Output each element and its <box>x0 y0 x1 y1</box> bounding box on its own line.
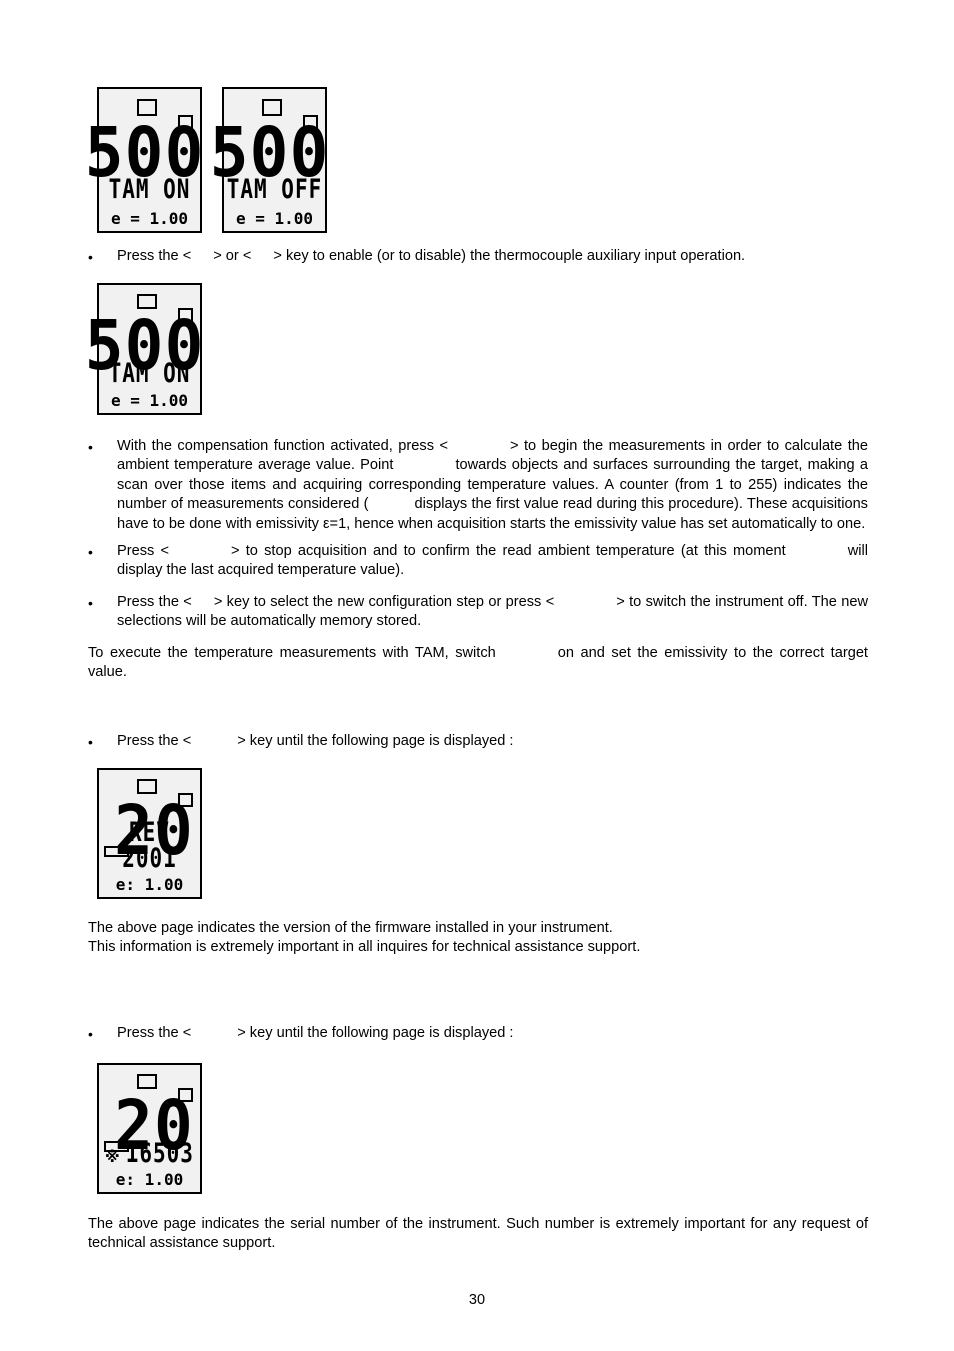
paragraph-execute-measurements: To execute the temperature measurements … <box>88 644 868 683</box>
bullet-firmware-page-key: • Press the < > key until the following p… <box>88 732 868 751</box>
bullet-thermocouple-toggle: • Press the < > or < > key to enable (or t… <box>88 247 868 266</box>
lcd-emissivity: e = 1.00 <box>110 208 189 228</box>
bullet-text-part-1: With the compensation function activated… <box>117 438 448 454</box>
bullet-text-part-1: Press < <box>117 543 170 559</box>
paragraph-firmware-line-2: This information is extremely important … <box>88 939 641 956</box>
bullet-text-part-1: Press the < <box>117 733 192 749</box>
bullet-marker: • <box>88 1025 93 1042</box>
lcd-mode-text: TAM ON <box>108 173 191 204</box>
bullet-text-part-2: > key until the following page is displa… <box>237 733 514 749</box>
bullet-marker: • <box>88 594 93 611</box>
lcd-emissivity: e = 1.00 <box>110 391 189 411</box>
lcd-mode-text: TAM OFF <box>226 173 323 204</box>
paragraph-serial-text: The above page indicates the serial numb… <box>88 1216 868 1252</box>
bullet-marker: • <box>88 248 93 265</box>
bullet-stop-acquisition: • Press < > to stop acquisition and to co… <box>88 542 868 581</box>
lcd-mode-text: TAM ON <box>108 358 191 389</box>
paragraph-firmware-note: The above page indicates the version of … <box>88 919 868 958</box>
paragraph-text-part-1: To execute the temperature measurements … <box>88 645 496 661</box>
lcd-emissivity: e: 1.00 <box>115 1170 184 1190</box>
bullet-text-part-2: > key to select the new configuration st… <box>213 594 555 610</box>
document-page: 500 TAM ON e = 1.00 500 TAM OFF e = 1.00… <box>0 0 954 1351</box>
bullet-text-part-2: > key until the following page is displa… <box>237 1025 514 1041</box>
lcd-display-serial-number: 20 ※ 16503 e: 1.00 <box>97 1063 202 1194</box>
paragraph-serial-note: The above page indicates the serial numb… <box>88 1215 868 1254</box>
page-number: 30 <box>468 1292 486 1308</box>
bullet-marker: • <box>88 543 93 560</box>
lcd-display-tam-off-small: 500 TAM OFF e = 1.00 <box>210 87 328 233</box>
paragraph-firmware-line-1: The above page indicates the version of … <box>88 920 613 936</box>
lcd-emissivity: e: 1.00 <box>115 875 184 895</box>
lcd-mode-text: REV 2001 <box>122 816 177 873</box>
lcd-display-firmware-revision: 20 REV 2001 e: 1.00 <box>97 768 202 899</box>
bullet-text-part-1: Press the < <box>117 594 192 610</box>
bullet-compensation-procedure: • With the compensation function activat… <box>88 437 868 534</box>
bullet-text-part-2: > to stop acquisition and to confirm the… <box>231 543 786 559</box>
lcd-mode-text: 16503 <box>125 1137 194 1168</box>
bullet-text-part-3: > key to enable (or to disable) the ther… <box>273 248 746 264</box>
lcd-emissivity: e = 1.00 <box>235 208 314 228</box>
bullet-marker: • <box>88 733 93 750</box>
bullet-text-part-2: > or < <box>213 248 252 264</box>
lcd-display-tam-on-small: 500 TAM ON e = 1.00 <box>85 87 203 233</box>
lcd-display-tam-on-large: 500 TAM ON e = 1.00 <box>85 283 203 415</box>
bullet-text-part-1: Press the < <box>117 1025 192 1041</box>
bullet-serial-page-key: • Press the < > key until the following p… <box>88 1024 868 1043</box>
bullet-marker: • <box>88 438 93 455</box>
bullet-select-config-step: • Press the < > key to select the new con… <box>88 593 868 632</box>
bullet-text-part-1: Press the < <box>117 248 192 264</box>
